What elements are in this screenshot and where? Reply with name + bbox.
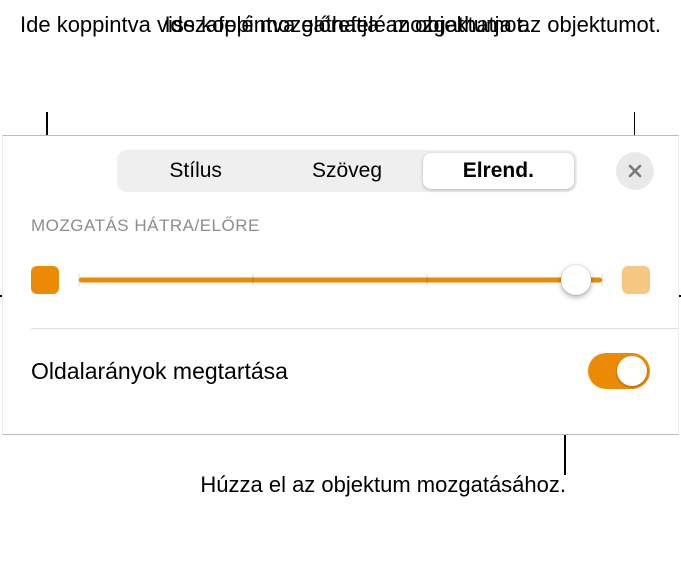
tab-text[interactable]: Szöveg	[271, 153, 422, 189]
constrain-proportions-row: Oldalarányok megtartása	[27, 329, 654, 413]
layer-order-slider-row	[27, 266, 654, 294]
tab-segmented-control: Stílus Szöveg Elrend.	[117, 150, 577, 192]
tab-arrange[interactable]: Elrend.	[423, 153, 574, 189]
slider-tick	[601, 274, 603, 286]
toggle-knob	[617, 356, 647, 386]
format-panel: Stílus Szöveg Elrend. MOZGATÁS HÁTRA/ELŐ…	[2, 135, 679, 435]
panel-header: Stílus Szöveg Elrend.	[27, 150, 654, 192]
constrain-proportions-toggle[interactable]	[588, 353, 650, 389]
slider-tick	[78, 274, 80, 286]
close-icon	[627, 163, 643, 179]
callout-drag: Húzza el az objektum mozgatásához.	[200, 470, 566, 500]
layer-order-slider[interactable]	[79, 266, 602, 294]
section-label-move: MOZGATÁS HÁTRA/ELŐRE	[31, 216, 654, 236]
close-button[interactable]	[616, 152, 654, 190]
tab-style[interactable]: Stílus	[120, 153, 271, 189]
slider-tick	[252, 274, 254, 286]
move-back-button[interactable]	[31, 266, 59, 294]
constrain-proportions-label: Oldalarányok megtartása	[31, 358, 288, 385]
slider-thumb[interactable]	[561, 265, 591, 295]
move-front-button[interactable]	[622, 266, 650, 294]
slider-tick	[426, 274, 428, 286]
callout-move-front: Ide koppintva előrefelé mozgathatja az o…	[164, 10, 661, 40]
slider-track-fill	[79, 278, 602, 283]
